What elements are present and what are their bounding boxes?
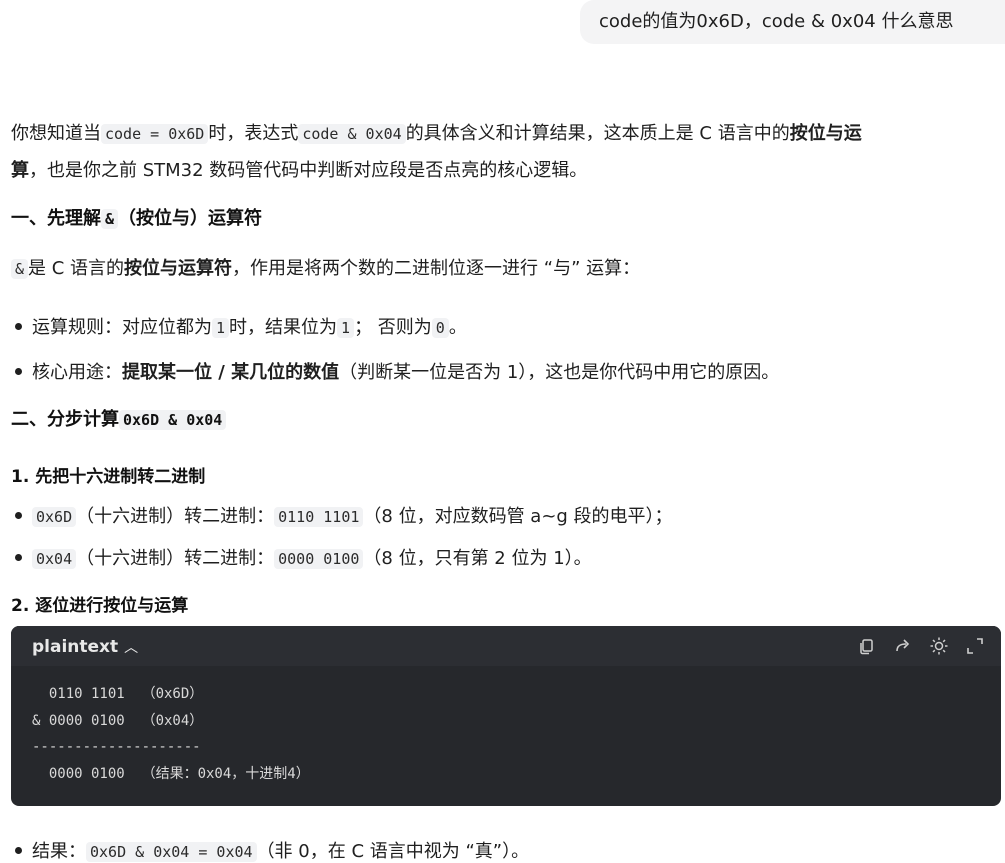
user-message-bubble: code的值为0x6D，code & 0x04 什么意思 [580,0,1005,44]
inline-code: code = 0x6D [101,124,209,144]
user-message-text: code的值为0x6D，code & 0x04 什么意思 [599,11,954,32]
list-item: 0x04 （十六进制）转二进制： 0000 0100 （8 位，只有第 2 位为 1）… [11,544,592,570]
intro-text: 的具体含义和计算结果，这本质上是 C 语言中的 [405,123,790,144]
intro-bold: 算 [11,160,29,181]
list-text: 。 [448,317,467,338]
heading-text: 二、分步计算 [11,409,119,430]
intro-text: 时，表达式 [208,123,299,144]
inline-code: 0110 1101 [274,507,364,527]
code-language-toggle[interactable]: plaintext ︿ [32,626,138,669]
paragraph-bold: 按位与运算符 [124,258,233,279]
theme-icon[interactable] [929,636,949,656]
section-heading-1: 一、先理解 & （按位与）运算符 [11,204,262,230]
list-item: 核心用途：提取某一位 / 某几位的数值（判断某一位是否为 1），这也是你代码中用… [11,358,779,384]
code-block: plaintext ︿ 0110 1101 （0x6D） & 0000 0100 … [11,626,1001,806]
paragraph-text: ，作用是将两个数的二进制位逐一进行 “与” 运算： [232,258,641,279]
heading-code: 0x6D & 0x04 [119,410,227,430]
inline-code: 1 [212,318,230,338]
code-language-label: plaintext [32,637,119,657]
bullet-icon [15,368,22,375]
section-heading-2: 二、分步计算 0x6D & 0x04 [11,405,227,431]
list-text: （非 0，在 C 语言中视为 “真”）。 [256,841,530,862]
inline-code: 0x04 [32,549,77,569]
bullet-icon [15,512,22,519]
heading-code: & [101,209,119,229]
list-text: （8 位，只有第 2 位为 1）。 [363,548,592,569]
list-text: （判断某一位是否为 1），这也是你代码中用它的原因。 [339,362,780,383]
paragraph-text: 是 C 语言的 [28,258,125,279]
subheading-1: 1. 先把十六进制转二进制 [11,467,206,487]
inline-code: 0x6D & 0x04 = 0x04 [86,842,257,862]
bullet-icon [15,847,22,854]
inline-code: & [11,259,29,279]
chevron-up-icon: ︿ [124,640,139,656]
heading-text: （按位与）运算符 [118,208,263,229]
intro-line-1: 你想知道当 code = 0x6D 时，表达式 code & 0x04 的具体含义和计算… [11,119,862,145]
list-text: （8 位，对应数码管 a~g 段的电平）； [363,506,673,527]
expand-icon[interactable] [965,636,985,656]
code-line: 0000 0100 （结果：0x04，十进制4） [32,765,310,782]
list-item: 结果： 0x6D & 0x04 = 0x04 （非 0，在 C 语言中视为 “真”）… [11,837,529,863]
intro-line-2: 算，也是你之前 STM32 数码管代码中判断对应段是否点亮的核心逻辑。 [11,156,587,182]
heading-text: 一、先理解 [11,208,101,229]
operator-description: & 是 C 语言的按位与运算符，作用是将两个数的二进制位逐一进行 “与” 运算： [11,254,640,280]
inline-code: 1 [337,318,355,338]
list-text: 核心用途： [32,362,122,383]
list-text: 结果： [32,841,86,862]
inline-code: code & 0x04 [298,124,406,144]
code-line: 0110 1101 （0x6D） [32,686,204,702]
copy-icon[interactable] [857,636,877,656]
code-content: 0110 1101 （0x6D） & 0000 0100 （0x04） ------… [11,666,1001,802]
bullet-icon [15,554,22,561]
list-text: 时，结果位为 [229,317,338,338]
inline-code: 0000 0100 [274,549,364,569]
list-bold: 提取某一位 / 某几位的数值 [122,362,340,383]
code-line: -------------------- [32,739,201,755]
list-text: ； 否则为 [354,317,432,338]
list-item: 运算规则：对应位都为 1 时，结果位为 1； 否则为 0。 [11,313,467,339]
code-block-header: plaintext ︿ [11,626,1001,666]
bullet-icon [15,323,22,330]
list-text: （十六进制）转二进制： [76,548,275,569]
intro-text: 你想知道当 [11,123,101,144]
share-icon[interactable] [893,636,913,656]
list-item: 0x6D （十六进制）转二进制： 0110 1101 （8 位，对应数码管 a~g 段… [11,502,673,528]
inline-code: 0x6D [32,507,77,527]
code-line: & 0000 0100 （0x04） [32,712,204,729]
subheading-2: 2. 逐位进行按位与运算 [11,596,189,616]
list-text: 运算规则：对应位都为 [32,317,212,338]
list-text: （十六进制）转二进制： [76,506,275,527]
inline-code: 0 [431,318,449,338]
intro-text: ，也是你之前 STM32 数码管代码中判断对应段是否点亮的核心逻辑。 [29,160,588,181]
intro-bold: 按位与运 [789,123,862,144]
